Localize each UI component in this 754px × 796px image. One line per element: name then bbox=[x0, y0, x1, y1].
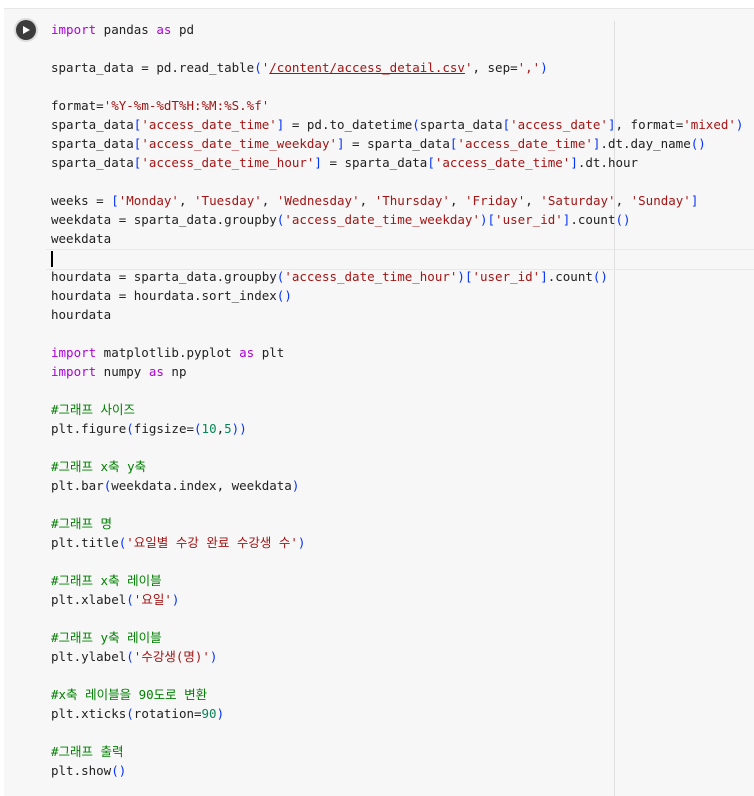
code-line[interactable]: sparta_data['access_date_time_weekday'] … bbox=[51, 134, 743, 153]
code-line[interactable]: #그래프 사이즈 bbox=[51, 400, 743, 419]
code-line[interactable]: weeks = ['Monday', 'Tuesday', 'Wednesday… bbox=[51, 191, 743, 210]
code-line[interactable]: ​ bbox=[51, 609, 743, 628]
code-editor[interactable]: import pandas as pd​sparta_data = pd.rea… bbox=[46, 9, 754, 796]
code-line[interactable]: #그래프 x축 레이블 bbox=[51, 571, 743, 590]
code-line[interactable]: ​ bbox=[51, 39, 743, 58]
code-line[interactable]: #x축 레이블을 90도로 변환 bbox=[51, 685, 743, 704]
code-line[interactable]: hourdata = sparta_data.groupby('access_d… bbox=[51, 267, 743, 286]
code-line[interactable]: ​ bbox=[51, 381, 743, 400]
code-line[interactable]: format='%Y-%m-%dT%H:%M:%S.%f' bbox=[51, 96, 743, 115]
code-line[interactable]: #그래프 출력 bbox=[51, 742, 743, 761]
code-line[interactable]: #그래프 y축 레이블 bbox=[51, 628, 743, 647]
code-line[interactable]: #그래프 x축 y축 bbox=[51, 457, 743, 476]
code-line[interactable]: plt.show() bbox=[51, 761, 743, 780]
code-line[interactable]: ​ bbox=[51, 666, 743, 685]
code-line[interactable]: ​ bbox=[51, 495, 743, 514]
play-icon bbox=[23, 26, 30, 34]
code-line[interactable]: hourdata = hourdata.sort_index() bbox=[51, 286, 743, 305]
code-line[interactable]: hourdata bbox=[51, 305, 743, 324]
code-line[interactable]: plt.title('요일별 수강 완료 수강생 수') bbox=[51, 533, 743, 552]
code-line[interactable]: plt.figure(figsize=(10,5)) bbox=[51, 419, 743, 438]
code-line[interactable]: import pandas as pd bbox=[51, 20, 743, 39]
code-line[interactable]: ​ bbox=[51, 248, 743, 267]
code-line[interactable]: weekdata = sparta_data.groupby('access_d… bbox=[51, 210, 743, 229]
code-line[interactable]: ​ bbox=[51, 172, 743, 191]
code-line[interactable]: plt.xlabel('요일') bbox=[51, 590, 743, 609]
code-line[interactable]: import matplotlib.pyplot as plt bbox=[51, 343, 743, 362]
code-line[interactable]: ​ bbox=[51, 324, 743, 343]
code-line[interactable]: #그래프 명 bbox=[51, 514, 743, 533]
code-line[interactable]: plt.bar(weekdata.index, weekdata) bbox=[51, 476, 743, 495]
code-line[interactable]: ​ bbox=[51, 438, 743, 457]
cell-gutter bbox=[4, 9, 44, 796]
code-line[interactable]: ​ bbox=[51, 723, 743, 742]
run-cell-button[interactable] bbox=[16, 20, 36, 40]
code-line[interactable]: ​ bbox=[51, 77, 743, 96]
code-text[interactable]: import pandas as pd​sparta_data = pd.rea… bbox=[51, 20, 743, 780]
code-line[interactable]: sparta_data = pd.read_table('/content/ac… bbox=[51, 58, 743, 77]
code-line[interactable]: weekdata bbox=[51, 229, 743, 248]
code-cell[interactable]: import pandas as pd​sparta_data = pd.rea… bbox=[4, 8, 754, 796]
code-line[interactable]: sparta_data['access_date_time_hour'] = s… bbox=[51, 153, 743, 172]
code-line[interactable]: sparta_data['access_date_time'] = pd.to_… bbox=[51, 115, 743, 134]
code-line[interactable]: plt.xticks(rotation=90) bbox=[51, 704, 743, 723]
code-line[interactable]: import numpy as np bbox=[51, 362, 743, 381]
code-line[interactable]: ​ bbox=[51, 552, 743, 571]
code-line[interactable]: plt.ylabel('수강생(명)') bbox=[51, 647, 743, 666]
